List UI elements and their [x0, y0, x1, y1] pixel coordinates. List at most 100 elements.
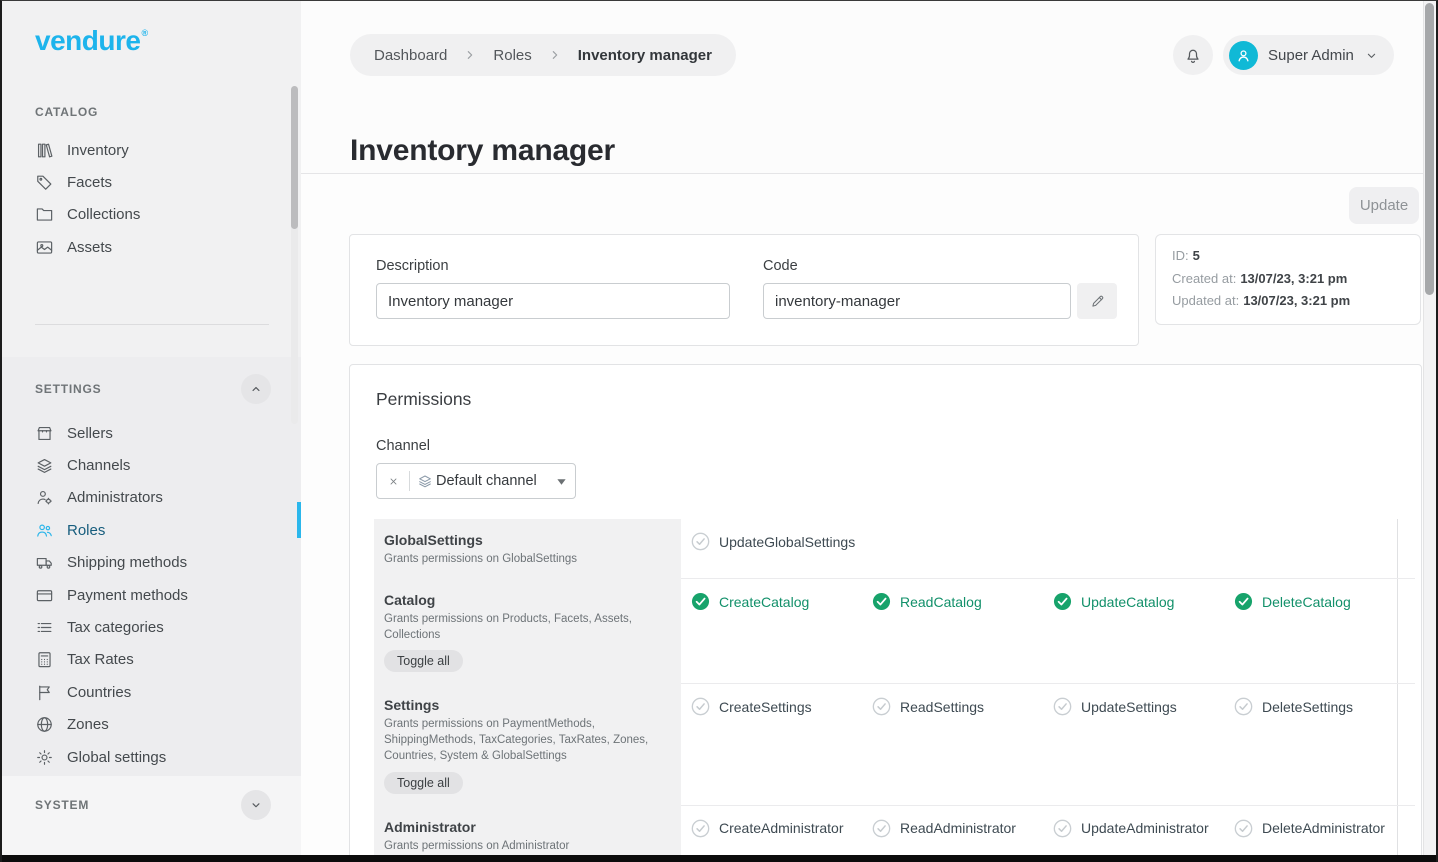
- sidebar-item-assets[interactable]: Assets: [35, 231, 271, 263]
- sidebar-item-inventory[interactable]: Inventory: [35, 134, 271, 166]
- permission-checkbox-UpdateGlobalSettings[interactable]: UpdateGlobalSettings: [691, 532, 872, 551]
- logo-trademark: ®: [141, 28, 147, 38]
- app-window: vendure® CATALOG InventoryFacetsCollecti…: [0, 0, 1438, 862]
- user-menu[interactable]: Super Admin: [1223, 35, 1394, 75]
- sidebar-item-roles[interactable]: Roles: [35, 514, 271, 546]
- top-header: DashboardRolesInventory manager Super Ad…: [301, 1, 1436, 174]
- toggle-all-button[interactable]: Toggle all: [384, 650, 463, 672]
- sidebar-scrollbar-thumb[interactable]: [291, 86, 298, 229]
- sidebar-item-tax-categories[interactable]: Tax categories: [35, 611, 271, 643]
- unchecked-checkbox-icon: [691, 697, 710, 716]
- sidebar-item-global-settings[interactable]: Global settings: [35, 741, 271, 773]
- sidebar-item-administrators[interactable]: Administrators: [35, 482, 271, 514]
- sidebar-item-zones[interactable]: Zones: [35, 709, 271, 741]
- zones-icon: [35, 715, 54, 734]
- update-button[interactable]: Update: [1349, 187, 1419, 224]
- permission-checkbox-CreateSettings[interactable]: CreateSettings: [691, 697, 872, 716]
- sidebar-item-countries[interactable]: Countries: [35, 676, 271, 708]
- chevron-down-icon: [249, 798, 263, 812]
- permission-label: CreateCatalog: [719, 594, 809, 610]
- permission-checkbox-ReadAdministrator[interactable]: ReadAdministrator: [872, 819, 1053, 838]
- meta-label: Updated at:: [1172, 293, 1239, 308]
- vendure-logo[interactable]: vendure®: [35, 25, 147, 57]
- meta-row: Created at: 13/07/23, 3:21 pm: [1172, 271, 1404, 286]
- permission-group-name: Catalog: [384, 592, 663, 608]
- assets-icon: [35, 238, 54, 257]
- permission-checkbox-CreateCatalog[interactable]: CreateCatalog: [691, 592, 872, 611]
- notifications-button[interactable]: [1173, 35, 1213, 75]
- toggle-all-button[interactable]: Toggle all: [384, 772, 463, 794]
- permission-group-row: CatalogGrants permissions on Products, F…: [374, 579, 1397, 684]
- permission-label: UpdateGlobalSettings: [719, 534, 855, 550]
- description-label: Description: [376, 258, 730, 274]
- code-input[interactable]: [763, 283, 1071, 319]
- remove-channel-button[interactable]: [377, 476, 409, 487]
- page-scrollbar-thumb[interactable]: [1425, 3, 1434, 295]
- facets-icon: [35, 173, 54, 192]
- chevron-up-icon: [249, 382, 263, 396]
- permission-checkbox-ReadCatalog[interactable]: ReadCatalog: [872, 592, 1053, 611]
- permission-checkbox-UpdateAdministrator[interactable]: UpdateAdministrator: [1053, 819, 1234, 838]
- permission-checkbox-UpdateCatalog[interactable]: UpdateCatalog: [1053, 592, 1234, 611]
- permission-checkbox-UpdateSettings[interactable]: UpdateSettings: [1053, 697, 1234, 716]
- permission-label: DeleteSettings: [1262, 699, 1353, 715]
- sidebar-item-channels[interactable]: Channels: [35, 449, 271, 481]
- sidebar-item-label: Administrators: [67, 489, 163, 506]
- sidebar-scrollbar[interactable]: [291, 86, 298, 424]
- permission-checkbox-DeleteCatalog[interactable]: DeleteCatalog: [1234, 592, 1415, 611]
- tax-rates-icon: [35, 650, 54, 669]
- sidebar-item-shipping-methods[interactable]: Shipping methods: [35, 547, 271, 579]
- permission-group-info: CatalogGrants permissions on Products, F…: [374, 579, 681, 684]
- channel-select[interactable]: Default channel: [376, 463, 576, 499]
- sidebar-item-facets[interactable]: Facets: [35, 166, 271, 198]
- shipping-icon: [35, 553, 54, 572]
- sidebar-item-collections[interactable]: Collections: [35, 199, 271, 231]
- window-bottom-edge: [2, 855, 1436, 862]
- sidebar-item-tax-rates[interactable]: Tax Rates: [35, 644, 271, 676]
- expand-system-button[interactable]: [241, 790, 271, 820]
- unchecked-checkbox-icon: [691, 819, 710, 838]
- breadcrumb-item-roles[interactable]: Roles: [493, 47, 531, 64]
- countries-icon: [35, 683, 54, 702]
- permission-group-name: GlobalSettings: [384, 532, 663, 548]
- permission-group-info: GlobalSettingsGrants permissions on Glob…: [374, 519, 681, 579]
- administrators-icon: [35, 488, 54, 507]
- permission-label: CreateSettings: [719, 699, 812, 715]
- unchecked-checkbox-icon: [1053, 819, 1072, 838]
- roles-icon: [35, 521, 54, 540]
- meta-value: 5: [1193, 248, 1200, 263]
- sidebar-divider: [35, 324, 269, 325]
- checked-checkbox-icon: [1234, 592, 1253, 611]
- sidebar-item-sellers[interactable]: Sellers: [35, 417, 271, 449]
- page-scrollbar[interactable]: [1423, 1, 1436, 855]
- sidebar-item-payment-methods[interactable]: Payment methods: [35, 579, 271, 611]
- section-label-settings: SETTINGS: [35, 382, 101, 396]
- breadcrumb-item-dashboard[interactable]: Dashboard: [374, 47, 447, 64]
- permission-checkbox-DeleteSettings[interactable]: DeleteSettings: [1234, 697, 1415, 716]
- sidebar-section-catalog: CATALOG InventoryFacetsCollectionsAssets: [35, 105, 271, 264]
- checked-checkbox-icon: [1053, 592, 1072, 611]
- permissions-title: Permissions: [376, 389, 471, 410]
- meta-value: 13/07/23, 3:21 pm: [1240, 271, 1347, 286]
- sidebar-section-settings: SETTINGS SellersChannels Administrators Ro…: [2, 357, 301, 776]
- select-caret-icon: [556, 476, 567, 487]
- permission-checkbox-ReadSettings[interactable]: ReadSettings: [872, 697, 1053, 716]
- permission-checkbox-CreateAdministrator[interactable]: CreateAdministrator: [691, 819, 872, 838]
- inventory-icon: [35, 141, 54, 160]
- checked-checkbox-icon: [691, 592, 710, 611]
- section-label-system: SYSTEM: [35, 798, 89, 812]
- permission-group-row: GlobalSettingsGrants permissions on Glob…: [374, 519, 1397, 579]
- sidebar: vendure® CATALOG InventoryFacetsCollecti…: [2, 1, 301, 855]
- x-icon: [388, 476, 399, 487]
- sidebar-item-label: Assets: [67, 239, 112, 256]
- edit-code-button[interactable]: [1077, 283, 1117, 319]
- meta-label: Created at:: [1172, 271, 1236, 286]
- collapse-settings-button[interactable]: [241, 374, 271, 404]
- description-input[interactable]: [376, 283, 730, 319]
- sidebar-item-label: Shipping methods: [67, 554, 187, 571]
- permission-checkbox-DeleteAdministrator[interactable]: DeleteAdministrator: [1234, 819, 1415, 838]
- unchecked-checkbox-icon: [872, 819, 891, 838]
- channel-value: Default channel: [436, 473, 537, 489]
- permission-group-row: SettingsGrants permissions on PaymentMet…: [374, 684, 1397, 805]
- permission-group-info: AdministratorGrants permissions on Admin…: [374, 806, 681, 862]
